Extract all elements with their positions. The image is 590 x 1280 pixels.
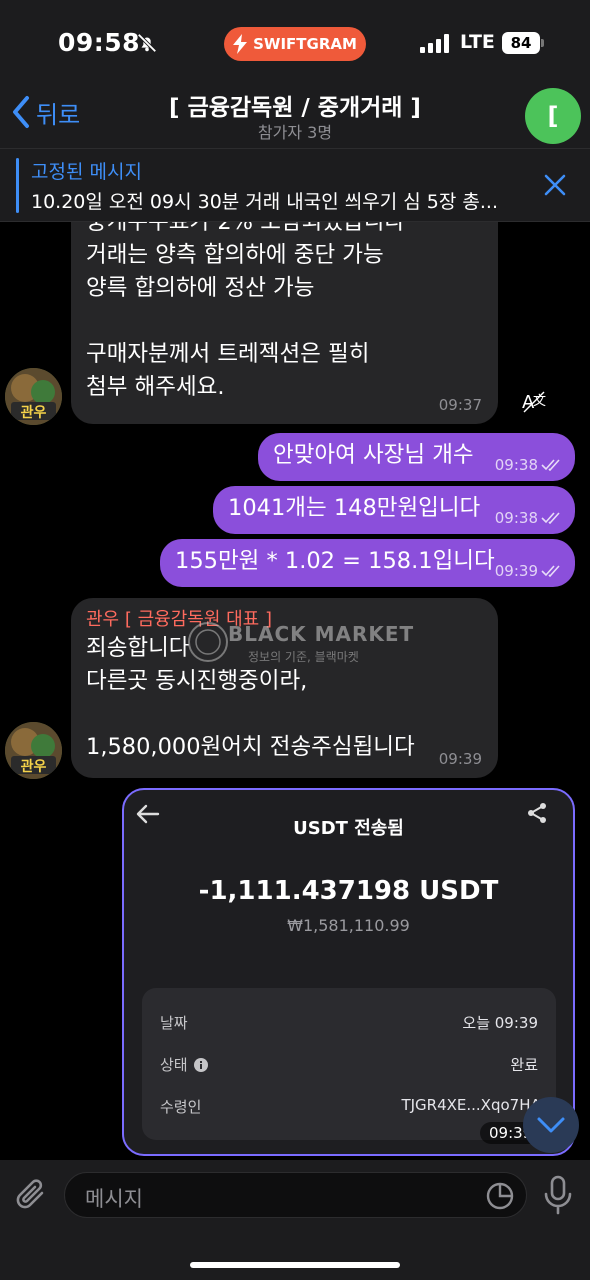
message-line xyxy=(86,305,405,338)
message-bubble-outgoing[interactable]: 안맞아여 사장님 개수 09:38 xyxy=(258,433,575,481)
scroll-down-button[interactable] xyxy=(523,1097,579,1153)
pinned-indicator xyxy=(16,158,19,213)
receipt-krw: ₩1,581,110.99 xyxy=(287,916,410,935)
bell-muted-icon xyxy=(137,33,157,53)
swiftgram-badge[interactable]: SWIFTGRAM xyxy=(224,27,366,61)
message-time-label: 09:38 xyxy=(494,509,538,527)
message-line: 다른곳 동시진행중이라, xyxy=(86,668,308,694)
receipt-title: USDT 전송됨 xyxy=(293,818,404,839)
network-label: LTE xyxy=(460,31,495,53)
swiftgram-label: SWIFTGRAM xyxy=(253,35,357,53)
pinned-message-bar[interactable]: 고정된 메시지 10.20일 오전 09시 30분 거래 내국인 씌우기 심 5… xyxy=(0,148,590,222)
message-time: 09:38 xyxy=(495,509,563,527)
pinned-title: 고정된 메시지 xyxy=(31,161,142,183)
message-time-label: 09:39 xyxy=(494,562,538,580)
message-bubble-outgoing[interactable]: 155만원 * 1.02 = 158.1입니다 09:39 xyxy=(160,539,575,587)
chevron-down-icon xyxy=(537,1117,565,1133)
double-check-icon xyxy=(541,459,560,471)
detail-value-status: 완료 xyxy=(510,1056,538,1074)
svg-text:관우: 관우 xyxy=(21,404,47,421)
message-line: 구매자분께서 트레젝션은 필히 xyxy=(86,341,370,367)
status-bar: 09:58 SWIFTGRAM LTE 84 xyxy=(0,0,590,88)
message-line: 양륵 합의하에 정산 가능 xyxy=(86,275,315,301)
double-check-icon xyxy=(541,512,560,524)
message-line: 거래는 양측 합의하에 중단 가능 xyxy=(86,242,384,268)
message-line: 1,580,000원어치 전송주심됩니다 xyxy=(86,734,415,760)
message-line: 첨부 해주세요. xyxy=(86,374,225,400)
translate-icon[interactable]: A 文 xyxy=(520,388,548,414)
detail-label-status-text: 상태 xyxy=(160,1056,188,1074)
message-bubble-incoming[interactable]: 중개수수료가 2% 포함되었습니다 거래는 양측 합의하에 중단 가능 양륵 합… xyxy=(71,196,498,424)
message-line xyxy=(86,698,415,731)
avatar-image: 관우 xyxy=(5,722,62,779)
avatar-image: 관우 xyxy=(5,368,62,425)
svg-text:관우: 관우 xyxy=(21,758,47,775)
watermark: BLACK MARKET 정보의 기준, 블랙마켓 xyxy=(186,620,413,668)
battery-icon: 84 xyxy=(502,32,540,54)
chat-header: 뒤로 [ 금융감독원 / 중개거래 ] 참가자 3명 [ xyxy=(0,88,590,148)
watermark-logo-icon xyxy=(188,622,228,662)
chat-subtitle: 참가자 3명 xyxy=(257,123,333,142)
sender-avatar[interactable]: 관우 xyxy=(5,722,62,779)
detail-label-date: 날짜 xyxy=(160,1014,188,1032)
message-input[interactable]: 메시지 xyxy=(64,1172,527,1218)
signal-icon xyxy=(420,33,449,53)
detail-label-status: 상태 xyxy=(160,1054,208,1075)
group-avatar[interactable]: [ xyxy=(525,88,581,144)
sticker-icon[interactable] xyxy=(485,1181,515,1211)
message-text: 안맞아여 사장님 개수 xyxy=(273,442,474,468)
detail-label-recipient: 수령인 xyxy=(160,1098,202,1116)
watermark-title: BLACK MARKET xyxy=(228,622,415,646)
microphone-icon[interactable] xyxy=(542,1174,574,1216)
pinned-text: 10.20일 오전 09시 30분 거래 내국인 씌우기 심 5장 총... xyxy=(31,191,498,213)
message-time-label: 09:38 xyxy=(494,456,538,474)
info-icon xyxy=(193,1057,208,1072)
share-icon xyxy=(528,803,546,823)
message-bubble-outgoing[interactable]: 1041개는 148만원입니다 09:38 xyxy=(213,486,575,534)
message-bubble-incoming[interactable]: 관우 [ 금융감독원 대표 ] 죄송합니다 다른곳 동시진행중이라, 1,580… xyxy=(71,598,498,778)
message-input-placeholder: 메시지 xyxy=(85,1187,143,1211)
status-time: 09:58 xyxy=(58,28,141,57)
home-indicator xyxy=(190,1262,400,1268)
receipt-image-message[interactable]: USDT 전송됨 -1,111.437198 USDT ₩1,581,110.9… xyxy=(122,788,575,1156)
attachment-icon[interactable] xyxy=(14,1176,50,1214)
lightning-icon xyxy=(233,34,248,54)
message-time: 09:39 xyxy=(438,750,482,768)
battery-tip xyxy=(541,39,544,47)
receipt-details-card: 날짜 오늘 09:39 상태 완료 수령인 TJGR4XE...Xqo7HAd xyxy=(142,988,556,1140)
close-icon[interactable] xyxy=(543,173,567,197)
detail-value-date: 오늘 09:39 xyxy=(462,1014,538,1032)
message-time: 09:38 xyxy=(495,456,563,474)
message-text: 1041개는 148만원입니다 xyxy=(228,495,481,521)
message-text: 155만원 * 1.02 = 158.1입니다 xyxy=(175,548,495,574)
chat-title[interactable]: [ 금융감독원 / 중개거래 ] xyxy=(0,88,590,122)
double-check-icon xyxy=(541,565,560,577)
sender-avatar[interactable]: 관우 xyxy=(5,368,62,425)
message-composer: 메시지 xyxy=(0,1160,590,1280)
message-time: 09:37 xyxy=(438,396,482,414)
message-time: 09:39 xyxy=(495,562,563,580)
receipt-amount: -1,111.437198 USDT xyxy=(198,876,499,906)
watermark-subtitle: 정보의 기준, 블랙마켓 xyxy=(248,650,359,664)
